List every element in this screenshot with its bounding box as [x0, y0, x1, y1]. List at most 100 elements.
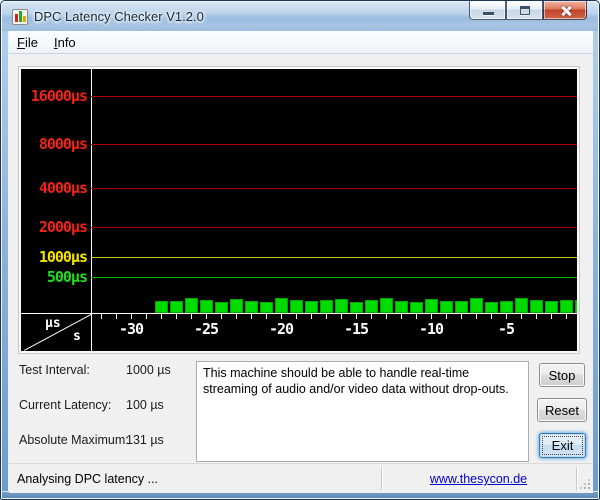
latency-bar: [275, 298, 288, 313]
y-axis-label-8000: 8000µs: [21, 135, 87, 153]
x-axis-tick: [101, 314, 102, 319]
x-unit-label: s: [73, 329, 81, 344]
x-axis-tick: [176, 314, 177, 319]
app-bar-chart-icon: [12, 9, 28, 25]
minimize-icon: [483, 12, 494, 15]
latency-bar: [320, 300, 333, 313]
x-axis-tick: [446, 314, 447, 319]
gridline-4000: [91, 188, 577, 189]
x-axis-tick: [356, 314, 357, 319]
app-window: DPC Latency Checker V1.2.0 File Info µs …: [0, 0, 600, 500]
maximize-icon: [520, 6, 530, 15]
x-axis-tick: [311, 314, 312, 319]
exit-button[interactable]: Exit: [539, 433, 586, 458]
latency-bar: [365, 300, 378, 313]
statusbar-separator: [576, 467, 577, 491]
latency-bar: [290, 300, 303, 313]
x-axis-tick: [281, 314, 282, 319]
latency-bar: [575, 300, 577, 313]
x-axis-tick: [236, 314, 237, 319]
x-axis-tick: [326, 314, 327, 319]
statusbar: Analysing DPC latency ... www.thesycon.d…: [9, 463, 593, 493]
latency-bar: [485, 302, 498, 313]
stop-button[interactable]: Stop: [539, 363, 585, 387]
y-axis-label-2000: 2000µs: [21, 218, 87, 236]
latency-bar: [185, 298, 198, 313]
x-axis-tick: [296, 314, 297, 319]
gridline-16000: [91, 96, 577, 97]
latency-bar: [440, 301, 453, 313]
y-axis-label-16000: 16000µs: [21, 87, 87, 105]
current-latency-value: 100 µs: [126, 398, 164, 412]
gridline-8000: [91, 144, 577, 145]
latency-bar: [245, 301, 258, 313]
x-axis-tick: [131, 314, 132, 319]
latency-chart: µs s 16000µs8000µs4000µs2000µs1000µs500µ…: [21, 69, 577, 351]
x-axis-tick-label: -30: [111, 320, 151, 338]
latency-bar: [170, 301, 183, 313]
latency-bar: [545, 301, 558, 313]
latency-bar: [380, 298, 393, 313]
x-axis-tick: [506, 314, 507, 319]
client-area: µs s 16000µs8000µs4000µs2000µs1000µs500µ…: [9, 54, 593, 493]
absolute-maximum-value: 131 µs: [126, 433, 164, 447]
latency-bar: [155, 301, 168, 313]
result-textbox[interactable]: This machine should be able to handle re…: [196, 361, 529, 462]
x-axis-tick: [221, 314, 222, 319]
test-interval-label: Test Interval:: [19, 363, 90, 377]
latency-chart-panel: µs s 16000µs8000µs4000µs2000µs1000µs500µ…: [19, 67, 579, 353]
y-axis-label-1000: 1000µs: [21, 248, 87, 266]
x-axis-tick: [146, 314, 147, 319]
latency-bar: [200, 300, 213, 313]
x-axis-tick: [266, 314, 267, 319]
x-axis-tick: [431, 314, 432, 319]
x-axis-tick: [371, 314, 372, 319]
latency-bar: [395, 301, 408, 313]
menubar: File Info: [9, 31, 593, 54]
latency-bar: [335, 299, 348, 313]
x-axis-tick: [161, 314, 162, 319]
latency-bar: [530, 300, 543, 313]
gridline-1000: [91, 257, 577, 258]
x-axis-tick: [521, 314, 522, 319]
latency-bar: [470, 298, 483, 313]
close-button[interactable]: [543, 1, 587, 20]
x-axis-tick: [341, 314, 342, 319]
gridline-2000: [91, 227, 577, 228]
x-axis-tick-label: -20: [261, 320, 301, 338]
x-axis-tick: [251, 314, 252, 319]
gridline-500: [91, 277, 577, 278]
current-latency-label: Current Latency:: [19, 398, 111, 412]
x-axis-tick: [191, 314, 192, 319]
menu-item-info[interactable]: Info: [46, 32, 84, 53]
y-axis-line: [91, 69, 92, 351]
latency-bar: [455, 301, 468, 313]
y-axis-label-500: 500µs: [21, 268, 87, 286]
resize-grip[interactable]: [588, 487, 590, 489]
caption-buttons: [469, 1, 587, 21]
x-axis-tick: [401, 314, 402, 319]
menu-item-file[interactable]: File: [9, 32, 46, 53]
x-axis-tick-label: -5: [486, 320, 526, 338]
minimize-button[interactable]: [469, 1, 506, 20]
latency-bar: [230, 299, 243, 313]
thesycon-link-pane: www.thesycon.de: [381, 472, 576, 486]
latency-bar: [410, 302, 423, 313]
x-axis-tick-label: -15: [336, 320, 376, 338]
x-axis-tick: [551, 314, 552, 319]
x-axis-line: [21, 313, 577, 314]
y-unit-label: µs: [45, 316, 61, 331]
x-axis-tick: [416, 314, 417, 319]
thesycon-link[interactable]: www.thesycon.de: [430, 472, 527, 486]
x-axis-tick: [206, 314, 207, 319]
x-axis-tick: [476, 314, 477, 319]
latency-bar: [305, 301, 318, 313]
absolute-maximum-label: Absolute Maximum:: [19, 433, 129, 447]
latency-bar: [425, 299, 438, 313]
latency-bar: [515, 298, 528, 313]
close-icon: [560, 5, 572, 17]
maximize-button[interactable]: [506, 1, 543, 20]
x-axis-tick-label: -10: [411, 320, 451, 338]
window-title: DPC Latency Checker V1.2.0: [34, 9, 204, 24]
reset-button[interactable]: Reset: [537, 398, 587, 422]
